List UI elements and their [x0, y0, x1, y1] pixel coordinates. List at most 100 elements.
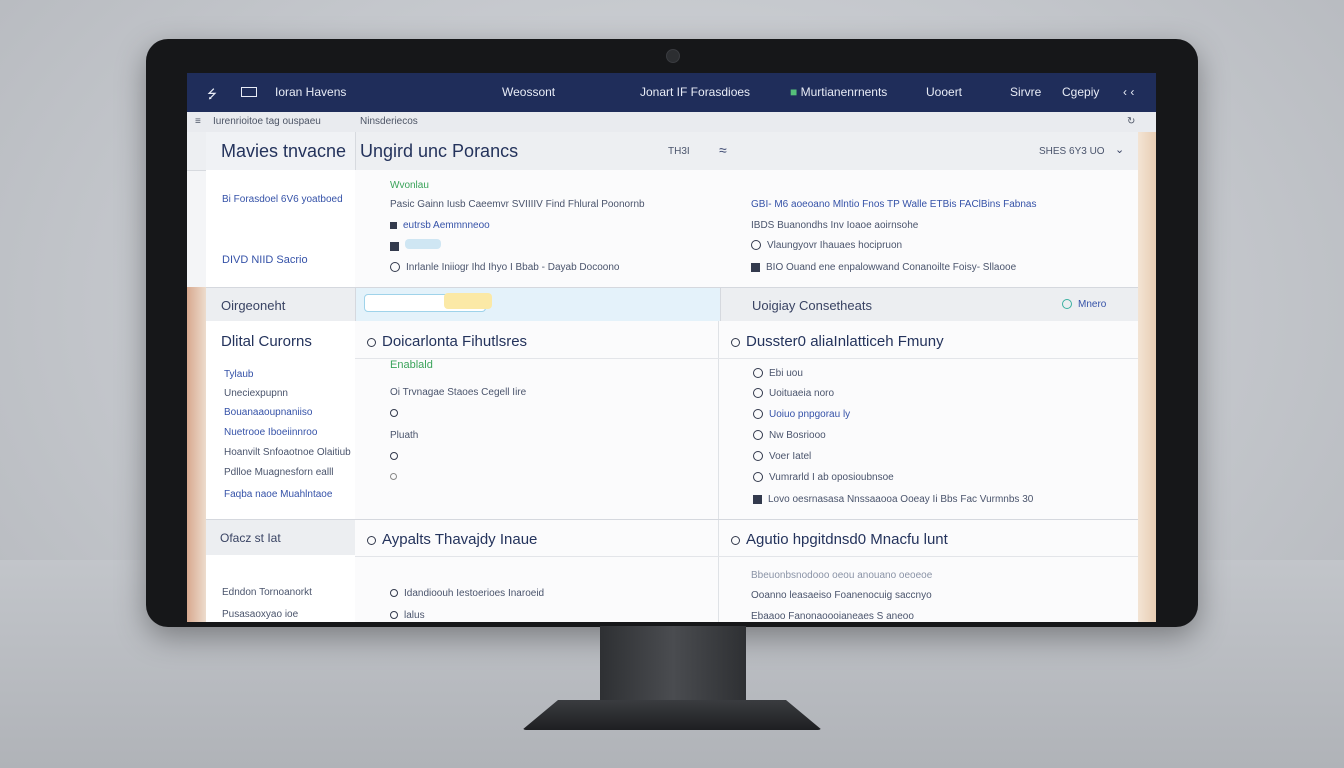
- grid-icon[interactable]: [241, 87, 257, 97]
- list-item: Ooanno leasaeiso Foanenocuig saccnyo: [751, 590, 932, 601]
- breadcrumb-item-2[interactable]: Ninsderiecos: [360, 116, 418, 127]
- sidebar-item[interactable]: Bouanaaoupnaniiso: [224, 407, 312, 418]
- radio-icon[interactable]: [390, 589, 398, 598]
- radio-icon: [753, 472, 763, 483]
- sidebar-section-2: Dlital Curorns Tylaub Uneciexpupnn Bouan…: [206, 321, 356, 519]
- brand-name[interactable]: Ioran Havens: [275, 85, 346, 99]
- list-item[interactable]: Nw Bosriooo: [753, 430, 826, 441]
- sidebar-item[interactable]: Hoanvilt Snfoaotnoe Olaitiub: [224, 447, 351, 458]
- page-title: Ungird unc Porancs: [360, 141, 519, 161]
- tab-chip-2[interactable]: [444, 293, 492, 309]
- list-item: [390, 408, 404, 419]
- section-2-right-header: Uoigiay Consetheats: [752, 298, 872, 313]
- list-item: Idandioouh Iestoerioes Inaroeid: [390, 588, 544, 599]
- list-item[interactable]: [390, 239, 441, 252]
- list-item[interactable]: Uoituaeia noro: [753, 388, 834, 399]
- menu-icon[interactable]: ≡: [195, 116, 201, 127]
- circle-icon: [367, 337, 376, 347]
- section-2-status[interactable]: Mnero: [1062, 299, 1106, 310]
- monitor-stand-base: [522, 700, 822, 730]
- section-3-side-header: Ofacz st Iat: [220, 531, 281, 545]
- section-3-content: Aypalts Thavajdy Inaue Agutio hpgitdnsd0…: [355, 519, 1138, 622]
- section-1-content: Wvonlau Pasic Gainn Iusb Caeemvr SVIIIIV…: [355, 170, 1138, 287]
- sidebar-item[interactable]: Uneciexpupnn: [224, 388, 288, 399]
- window-glow-left: [187, 287, 206, 622]
- radio-icon: [753, 368, 763, 379]
- monitor-stand-neck: [600, 626, 746, 702]
- chevron-left-icon[interactable]: ‹ ‹: [1123, 85, 1134, 99]
- list-item[interactable]: Lovo oesrnasasa Nnssaaooa Ooeay Ii Bbs F…: [753, 494, 1033, 505]
- sidebar-link-1[interactable]: Bi Forasdoel 6V6 yoatboed: [222, 194, 343, 205]
- list-item: [390, 451, 404, 462]
- radio-icon[interactable]: [390, 472, 397, 480]
- screen: ⭍ Ioran Havens Weossont Jonart IF Forasd…: [187, 73, 1156, 622]
- section-2-side-header: Oirgeoneht: [221, 298, 286, 313]
- list-item: IBDS Buanondhs Inv Ioaoe aoirnsohe: [751, 220, 919, 231]
- list-item: [390, 471, 403, 482]
- breadcrumb-item-1[interactable]: Iurenrioitoe tag ouspaeu: [213, 116, 321, 127]
- radio-icon: [753, 451, 763, 462]
- radio-icon: [753, 430, 763, 441]
- list-item: Pasic Gainn Iusb Caeemvr SVIIIIV Find Fh…: [390, 199, 645, 210]
- sidebar-item[interactable]: Edndon Tornoanorkt: [222, 587, 312, 598]
- list-item: Ebaaoo Fanonaoooianeaes S aneoo: [751, 611, 914, 622]
- webcam-icon: [666, 49, 680, 63]
- section-2-side-title: Dlital Curorns: [221, 333, 312, 350]
- section-2-tab-strip: [355, 288, 721, 322]
- list-item: GBI- M6 aoeoano Mlntio Fnos TP Walle ETB…: [751, 199, 1037, 210]
- toggle-chip[interactable]: [405, 239, 441, 249]
- nav-item-4[interactable]: Uooert: [926, 85, 962, 99]
- section-2-right-title: Dusster0 aliaInlatticeh Fmuny: [731, 333, 944, 350]
- list-item[interactable]: Vlaungyovr Ihauaes hocipruon: [751, 240, 902, 251]
- header-meta-1: TH3I: [668, 146, 690, 157]
- sidebar-item[interactable]: Nuetrooe Iboeiinnroo: [224, 427, 317, 438]
- list-item: Oi Trvnagae Staoes Cegell Iire: [390, 387, 527, 398]
- nav-item-1[interactable]: Weossont: [502, 85, 555, 99]
- radio-icon[interactable]: [390, 409, 398, 418]
- list-item: lalus: [390, 610, 425, 621]
- chevron-down-icon[interactable]: ⌄: [1115, 143, 1124, 156]
- radio-icon: [753, 409, 763, 420]
- list-item[interactable]: eutrsb Aemmnneoo: [390, 220, 490, 231]
- list-item: Pluath: [390, 430, 419, 441]
- list-item[interactable]: Ebi uou: [753, 368, 803, 379]
- radio-icon: [753, 388, 763, 399]
- list-item[interactable]: Inrlanle Iniiogr Ihd Ihyo I Bbab - Dayab…: [390, 262, 619, 273]
- sidebar-item[interactable]: Faqba naoe Muahlntaoe: [224, 489, 332, 500]
- nav-item-2[interactable]: Jonart IF Forasdioes: [640, 85, 750, 99]
- radio-icon: [751, 240, 761, 251]
- window-glow-right: [1138, 132, 1156, 622]
- section-3-right-title: Agutio hpgitdnsd0 Mnacfu lunt: [731, 531, 948, 548]
- sidebar-item[interactable]: Pusasaoxyao ioe: [222, 609, 298, 620]
- status-square-icon: ■: [790, 85, 798, 99]
- nav-item-6[interactable]: Cgepiy: [1062, 85, 1099, 99]
- top-nav-bar: ⭍ Ioran Havens Weossont Jonart IF Forasd…: [187, 73, 1156, 112]
- breadcrumb: ≡ Iurenrioitoe tag ouspaeu Ninsderiecos …: [187, 112, 1156, 133]
- section-2-header: Oirgeoneht Uoigiay Consetheats Mnero: [206, 287, 1138, 323]
- list-item[interactable]: Uoiuo pnpgorau ly: [753, 409, 850, 420]
- list-item[interactable]: Vumrarld I ab oposioubnsoe: [753, 472, 894, 483]
- sidebar-item[interactable]: Pdlloe Muagnesforn ealll: [224, 467, 334, 478]
- list-item[interactable]: BIO Ouand ene enpalowwand Conanoilte Foi…: [751, 262, 1016, 273]
- section-2-tag: Enablald: [390, 359, 433, 371]
- sidebar-link-2[interactable]: DIVD NIID Sacrio: [222, 254, 308, 266]
- circle-icon: [731, 535, 740, 545]
- header-meta-2: SHES 6Y3 UO: [1039, 146, 1105, 157]
- wifi-icon[interactable]: ≈: [719, 142, 727, 158]
- checkbox-icon: [751, 262, 760, 272]
- radio-icon[interactable]: [390, 452, 398, 461]
- list-item: Bbeuonbsnodooo oeou anouano oeoeoe: [751, 570, 933, 581]
- list-item[interactable]: Voer Iatel: [753, 451, 811, 462]
- nav-item-3[interactable]: ■ Murtianenrnents: [790, 85, 887, 99]
- radio-icon[interactable]: [390, 611, 398, 620]
- section-3-mid-title: Aypalts Thavajdy Inaue: [367, 531, 537, 548]
- bed-icon[interactable]: ⭍: [207, 85, 217, 106]
- refresh-icon[interactable]: ↻: [1127, 116, 1135, 127]
- page-header: Mavies tnvacne Ungird unc Porancs TH3I ≈…: [187, 132, 1156, 171]
- circle-icon: [367, 535, 376, 545]
- sidebar-section-3: Edndon Tornoanorkt Pusasaoxyao ioe: [206, 555, 356, 622]
- sidebar-section-1: Bi Forasdoel 6V6 yoatboed DIVD NIID Sacr…: [206, 170, 356, 287]
- nav-item-5[interactable]: Sirvre: [1010, 85, 1041, 99]
- sidebar-item[interactable]: Tylaub: [224, 369, 253, 380]
- section-2-mid-title: Doicarlonta Fihutlsres: [367, 333, 527, 350]
